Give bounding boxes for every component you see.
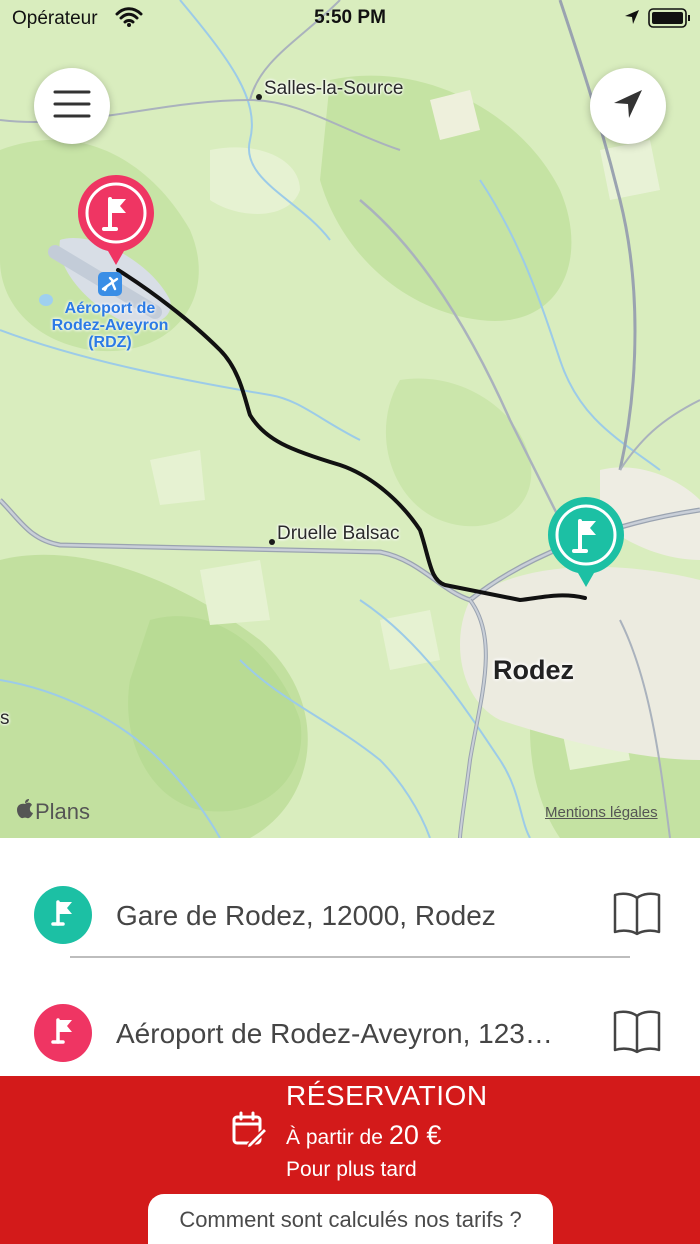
book-icon[interactable] bbox=[612, 1008, 662, 1059]
tarif-info-button[interactable]: Comment sont calculés nos tarifs ? bbox=[148, 1194, 553, 1244]
departure-flag-badge bbox=[34, 886, 92, 944]
location-arrow-icon bbox=[623, 8, 641, 31]
hamburger-icon bbox=[53, 89, 91, 124]
address-panel: Gare de Rodez, 12000, Rodez Aéroport de … bbox=[0, 838, 700, 1076]
airport-label-line3: (RDZ) bbox=[88, 334, 132, 351]
airport-label: Aéroport de Rodez-Aveyron (RDZ) bbox=[40, 300, 180, 351]
arrival-map-marker[interactable] bbox=[74, 173, 158, 274]
battery-icon bbox=[648, 8, 692, 33]
status-bar: Opérateur 5:50 PM bbox=[0, 0, 700, 36]
divider bbox=[70, 956, 630, 958]
maps-attribution: Plans bbox=[16, 798, 90, 826]
departure-map-marker[interactable] bbox=[544, 495, 628, 596]
airport-label-line1: Aéroport de bbox=[64, 300, 156, 317]
airport-label-line2: Rodez-Aveyron bbox=[51, 317, 169, 334]
airport-icon bbox=[98, 272, 122, 296]
status-time: 5:50 PM bbox=[314, 7, 386, 28]
place-dot bbox=[269, 539, 275, 545]
reservation-later: Pour plus tard bbox=[286, 1158, 417, 1181]
departure-address[interactable]: Gare de Rodez, 12000, Rodez bbox=[116, 900, 578, 932]
attribution-text: Plans bbox=[35, 799, 91, 824]
map-view[interactable]: Salles-la-Source Druelle Balsac Rodez s … bbox=[0, 0, 700, 838]
place-dot bbox=[256, 94, 262, 100]
arrival-address[interactable]: Aéroport de Rodez-Aveyron, 123… bbox=[116, 1018, 578, 1050]
reservation-button[interactable]: RÉSERVATION À partir de 20 € Pour plus t… bbox=[0, 1076, 700, 1244]
navigation-arrow-icon bbox=[611, 87, 645, 126]
apple-logo-icon bbox=[16, 798, 34, 826]
price-prefix: À partir de bbox=[286, 1126, 383, 1149]
place-label-druelle: Druelle Balsac bbox=[277, 523, 400, 544]
place-label-edge: s bbox=[0, 708, 10, 729]
reservation-title: RÉSERVATION bbox=[286, 1080, 488, 1111]
locate-me-button[interactable] bbox=[590, 68, 666, 144]
flag-icon bbox=[50, 1016, 76, 1051]
city-label-rodez: Rodez bbox=[493, 655, 574, 685]
book-icon[interactable] bbox=[612, 890, 662, 941]
price-amount: 20 € bbox=[388, 1120, 442, 1150]
calendar-edit-icon bbox=[231, 1110, 269, 1155]
place-label-salles: Salles-la-Source bbox=[264, 78, 404, 99]
flag-icon bbox=[50, 898, 76, 933]
reservation-price: À partir de 20 € bbox=[286, 1120, 441, 1151]
departure-row[interactable]: Gare de Rodez, 12000, Rodez bbox=[0, 866, 700, 966]
menu-button[interactable] bbox=[34, 68, 110, 144]
arrival-row[interactable]: Aéroport de Rodez-Aveyron, 123… bbox=[0, 984, 700, 1084]
arrival-flag-badge bbox=[34, 1004, 92, 1062]
legal-link[interactable]: Mentions légales bbox=[545, 804, 658, 821]
